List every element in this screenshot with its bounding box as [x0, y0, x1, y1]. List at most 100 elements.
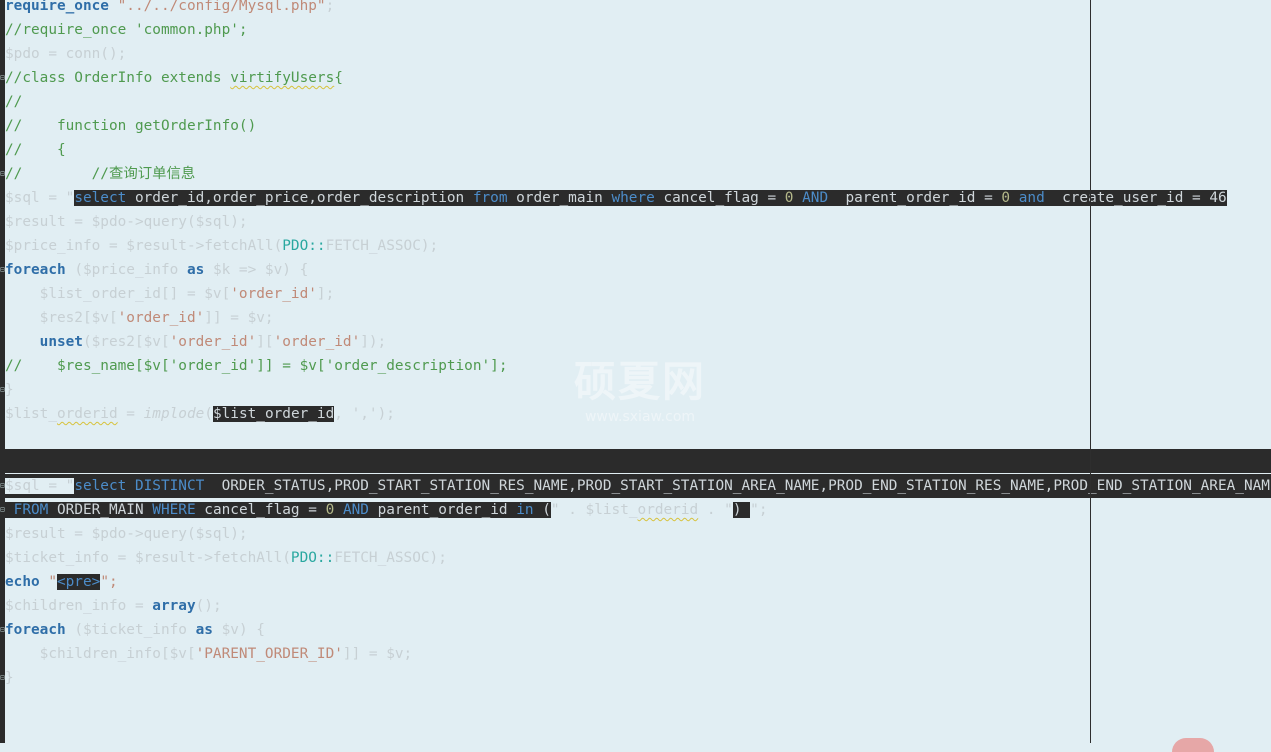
fold-icon[interactable]: ⊟	[0, 481, 8, 491]
code-text: $children_info =	[5, 598, 153, 614]
code-text: ();	[195, 598, 222, 614]
code-text: $sql = "	[5, 190, 75, 206]
code-text: $children_info[$v[	[5, 646, 196, 662]
code-text: FETCH_ASSOC);	[325, 238, 439, 254]
code-text: );	[377, 406, 395, 422]
selected-text: )	[732, 502, 751, 518]
string: "../../config/Mysql.php"	[108, 0, 326, 14]
code-line-8[interactable]: ⊟// //查询订单信息	[0, 162, 196, 186]
watermark-url: www.sxiaw.com	[584, 409, 696, 425]
code-line-17[interactable]: ⊟}	[0, 378, 14, 402]
code-line-7[interactable]: // {	[5, 138, 66, 162]
code-text: $price_info = $result->fetchAll(	[5, 238, 283, 254]
string: 'PARENT_ORDER_ID'	[195, 646, 343, 662]
code-text: $result = $pdo->query($sql);	[5, 214, 248, 230]
code-text: ][	[256, 334, 274, 350]
function-name: implode	[143, 406, 205, 422]
class-name: PDO::	[282, 238, 326, 254]
code-text: $list_order_id[] = $v[	[5, 286, 231, 302]
keyword: unset	[39, 334, 83, 350]
fold-icon[interactable]: ⊟	[0, 505, 8, 515]
selected-text: $list_order_id	[212, 406, 335, 422]
code-editor[interactable]: require_once "../../config/Mysql.php"; /…	[0, 0, 1271, 743]
keyword: require_once	[5, 0, 109, 14]
code-text: $res2[$v[	[5, 310, 118, 326]
comment: // $res_name[$v['order_id']] = $v['order…	[5, 358, 508, 374]
keyword: array	[152, 598, 196, 614]
code-text: ($res2[$v[	[82, 334, 170, 350]
code-text: $k => $v) {	[204, 262, 309, 278]
string: 'order_id'	[169, 334, 257, 350]
code-line-1[interactable]: require_once "../../config/Mysql.php";	[5, 0, 334, 18]
fold-icon[interactable]: ⊟	[0, 673, 8, 683]
code-line-3[interactable]: $pdo = conn();	[5, 42, 126, 66]
code-line-27[interactable]: $children_info[$v['PARENT_ORDER_ID']] = …	[5, 642, 413, 666]
fold-icon[interactable]: ⊟	[0, 385, 8, 395]
comment: // function getOrderInfo()	[5, 118, 257, 134]
string: 'order_id'	[230, 286, 317, 302]
comment: {	[334, 70, 343, 86]
fold-icon[interactable]: ⊟	[0, 265, 8, 275]
code-text: (	[204, 406, 213, 422]
code-text: $ticket_info = $result->fetchAll(	[5, 550, 291, 566]
watermark-title: 硕夏网	[573, 357, 706, 406]
selected-sql: FROM ORDER_MAIN WHERE cancel_flag = 0 AN…	[5, 502, 551, 518]
code-line-15[interactable]: unset($res2[$v['order_id']['order_id']);	[5, 330, 387, 354]
code-text: FETCH_ASSOC);	[334, 550, 447, 566]
keyword: echo	[5, 574, 40, 590]
code-line-11[interactable]: $price_info = $result->fetchAll(PDO::FET…	[5, 234, 438, 258]
string: "	[39, 574, 57, 590]
string: ";	[100, 574, 118, 590]
code-text: ";	[750, 502, 768, 518]
code-text: $pdo = conn();	[5, 46, 127, 62]
selected-sql: select order_id,order_price,order_descri…	[74, 190, 1227, 206]
code-line-4[interactable]: ⊟//class OrderInfo extends virtifyUsers{	[0, 66, 343, 90]
keyword: foreach	[5, 262, 66, 278]
code-text: , ','	[334, 406, 378, 422]
comment: // {	[5, 142, 66, 158]
code-text: ];	[316, 286, 335, 302]
keyword: as	[195, 622, 213, 638]
right-margin-guide	[1090, 0, 1091, 743]
code-line-13[interactable]: $list_order_id[] = $v['order_id'];	[5, 282, 335, 306]
comment: // //查询订单信息	[5, 166, 196, 182]
code-text: $v) {	[212, 622, 265, 638]
selected-text: <pre>	[56, 574, 101, 590]
code-text: . "	[698, 502, 733, 518]
code-text: ($price_info	[65, 262, 187, 278]
typo-warning: orderid	[637, 502, 699, 518]
code-line-24[interactable]: echo "<pre>";	[5, 570, 118, 594]
comment: //require_once 'common.php';	[5, 22, 248, 38]
code-line-23[interactable]: $ticket_info = $result->fetchAll(PDO::FE…	[5, 546, 447, 570]
floating-badge-icon[interactable]	[1172, 738, 1214, 752]
code-text: ]);	[360, 334, 387, 350]
code-text: ]] = $v;	[342, 646, 413, 662]
code-line-2[interactable]: //require_once 'common.php';	[5, 18, 248, 42]
code-line-25[interactable]: $children_info = array();	[5, 594, 222, 618]
code-line-12[interactable]: ⊟ foreach ($price_info as $k => $v) {	[0, 258, 309, 282]
code-line-10[interactable]: $result = $pdo->query($sql);	[5, 210, 248, 234]
code-line-26[interactable]: ⊟ foreach ($ticket_info as $v) {	[0, 618, 265, 642]
code-line-14[interactable]: $res2[$v['order_id']] = $v;	[5, 306, 274, 330]
code-line-21[interactable]: ⊟ FROM ORDER_MAIN WHERE cancel_flag = 0 …	[0, 498, 768, 522]
code-text: " . $list_	[550, 502, 638, 518]
code-line-5[interactable]: //	[5, 90, 22, 114]
fold-icon[interactable]: ⊟	[0, 73, 8, 83]
comment: //class OrderInfo extends	[5, 70, 231, 86]
code-line-20[interactable]: ⊟ $sql = "select DISTINCT ORDER_STATUS,PR…	[0, 474, 1271, 498]
code-text: $sql = "	[5, 478, 75, 494]
code-line-22[interactable]: $result = $pdo->query($sql);	[5, 522, 248, 546]
code-line-6[interactable]: // function getOrderInfo()	[5, 114, 256, 138]
fold-icon[interactable]: ⊟	[0, 625, 8, 635]
fold-icon[interactable]: ⊟	[0, 169, 8, 179]
code-text: ($ticket_info	[65, 622, 196, 638]
code-text: $result = $pdo->query($sql);	[5, 526, 248, 542]
code-line-28[interactable]: ⊟}	[0, 666, 14, 690]
keyword: foreach	[5, 622, 66, 638]
code-line-18[interactable]: $list_orderid = implode($list_order_id, …	[5, 402, 395, 426]
code-text: $list_	[5, 406, 57, 422]
code-text: ]] = $v;	[204, 310, 274, 326]
code-line-9[interactable]: $sql = "select order_id,order_price,orde…	[5, 186, 1227, 210]
code-line-16[interactable]: // $res_name[$v['order_id']] = $v['order…	[5, 354, 508, 378]
watermark: 硕夏网 www.sxiaw.com	[565, 348, 715, 425]
